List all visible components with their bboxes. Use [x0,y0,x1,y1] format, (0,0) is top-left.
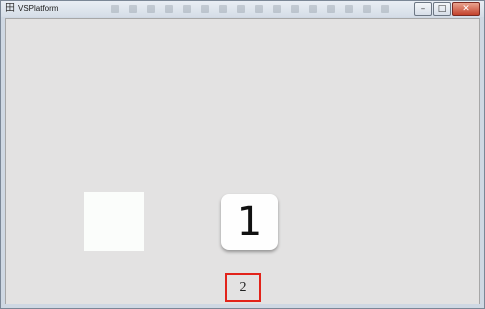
toolbar-icon [237,5,245,13]
toolbar-icon [291,5,299,13]
toolbar-icon [327,5,335,13]
toolbar-icon [201,5,209,13]
app-window: 田 VSPlatform – □ ✕ 1 2 [0,0,485,309]
toolbar-icon [309,5,317,13]
toolbar-icon [255,5,263,13]
toolbar-icon [183,5,191,13]
number-tile[interactable]: 1 [221,194,278,250]
maximize-button[interactable]: □ [433,2,451,16]
title-bar[interactable]: 田 VSPlatform – □ ✕ [1,1,484,17]
toolbar-icon [219,5,227,13]
window-bottom-edge [1,304,484,308]
client-area: 1 2 [5,18,480,305]
toolbar-icon [111,5,119,13]
toolbar-icon [147,5,155,13]
minimize-button[interactable]: – [414,2,432,16]
blank-stimulus-square[interactable] [84,192,144,251]
toolbar-icon [129,5,137,13]
grid-icon: 田 [5,3,15,14]
faded-toolbar [111,5,411,13]
toolbar-icon [345,5,353,13]
toolbar-icon [363,5,371,13]
close-button[interactable]: ✕ [452,2,480,16]
window-title: VSPlatform [18,4,59,13]
toolbar-icon [273,5,281,13]
toolbar-icon [165,5,173,13]
window-controls: – □ ✕ [414,2,480,16]
page-indicator: 2 [225,273,261,302]
toolbar-icon [381,5,389,13]
